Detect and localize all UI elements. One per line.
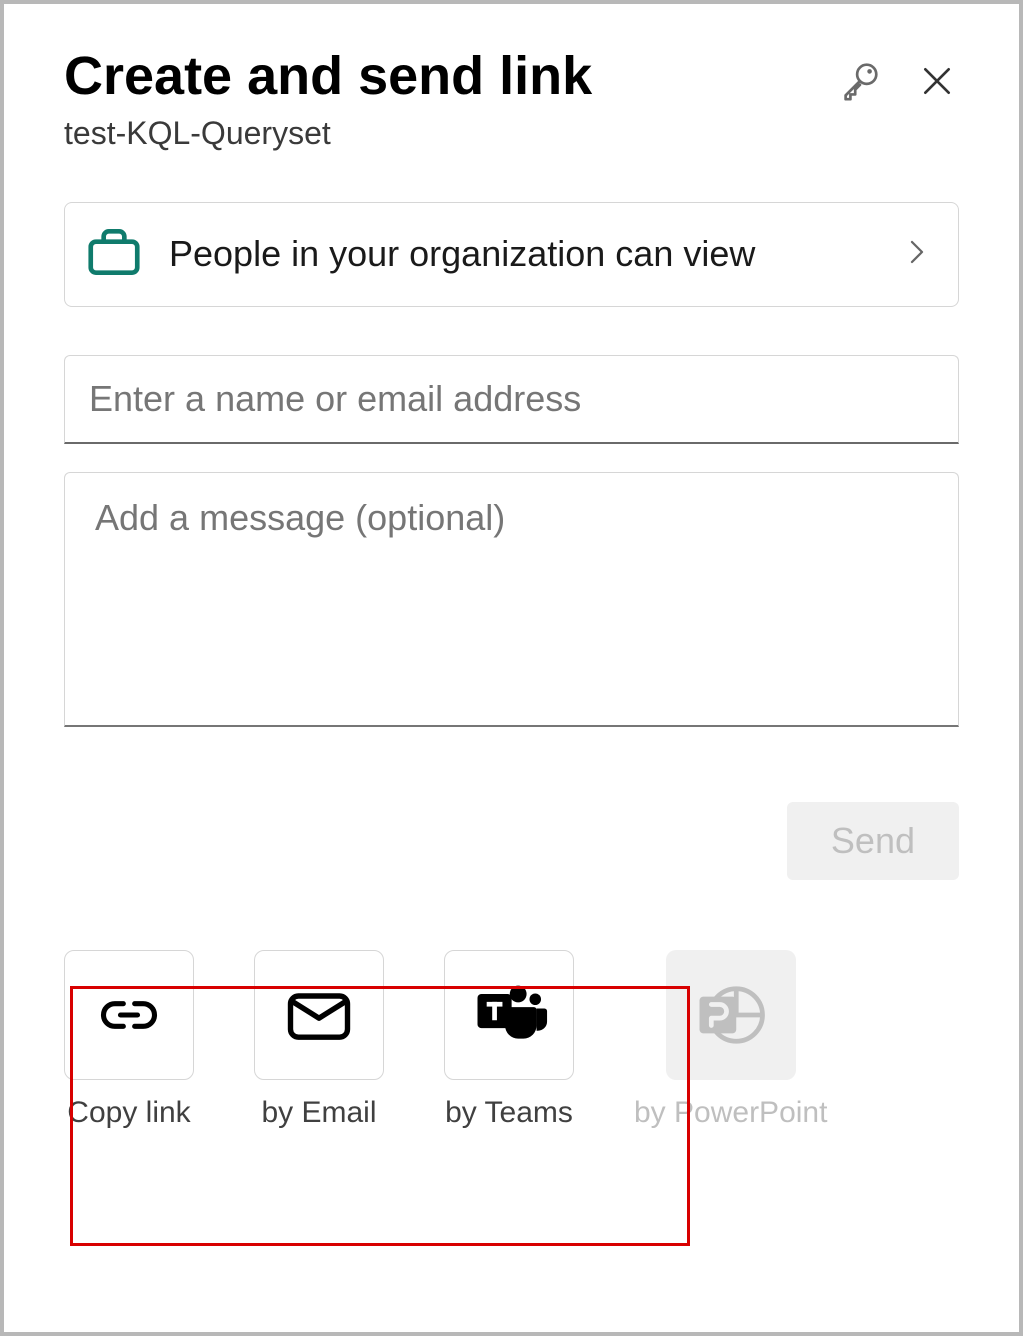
share-email-option[interactable]: by Email: [254, 950, 384, 1130]
link-settings-text: People in your organization can view: [169, 227, 902, 281]
send-row: Send: [64, 802, 959, 880]
key-icon: [837, 58, 883, 104]
chevron-right-icon: [902, 237, 932, 272]
share-options: Copy link by Email by Teams: [64, 950, 959, 1130]
powerpoint-icon: [689, 973, 773, 1057]
dialog-header: Create and send link test-KQL-Queryset: [64, 44, 959, 152]
link-settings-row[interactable]: People in your organization can view: [64, 202, 959, 307]
share-powerpoint-label: by PowerPoint: [634, 1096, 827, 1130]
dialog-title: Create and send link: [64, 44, 835, 109]
teams-icon: [467, 973, 551, 1057]
share-email-label: by Email: [261, 1096, 376, 1130]
share-teams-option[interactable]: by Teams: [444, 950, 574, 1130]
send-button[interactable]: Send: [787, 802, 959, 880]
recipient-input[interactable]: [64, 355, 959, 444]
share-powerpoint-tile: [666, 950, 796, 1080]
message-input[interactable]: [64, 472, 959, 727]
mail-icon: [281, 977, 357, 1053]
close-icon: [917, 61, 957, 101]
briefcase-icon: [83, 221, 145, 288]
share-email-tile: [254, 950, 384, 1080]
manage-access-button[interactable]: [835, 56, 885, 109]
share-teams-tile: [444, 950, 574, 1080]
dialog-subtitle: test-KQL-Queryset: [64, 115, 835, 152]
share-powerpoint-option[interactable]: by PowerPoint: [634, 950, 827, 1130]
close-button[interactable]: [915, 59, 959, 106]
copy-link-tile: [64, 950, 194, 1080]
header-text-block: Create and send link test-KQL-Queryset: [64, 44, 835, 152]
copy-link-option[interactable]: Copy link: [64, 950, 194, 1130]
copy-link-label: Copy link: [67, 1096, 190, 1130]
share-teams-label: by Teams: [445, 1096, 573, 1130]
link-icon: [95, 981, 163, 1049]
header-actions: [835, 56, 959, 109]
